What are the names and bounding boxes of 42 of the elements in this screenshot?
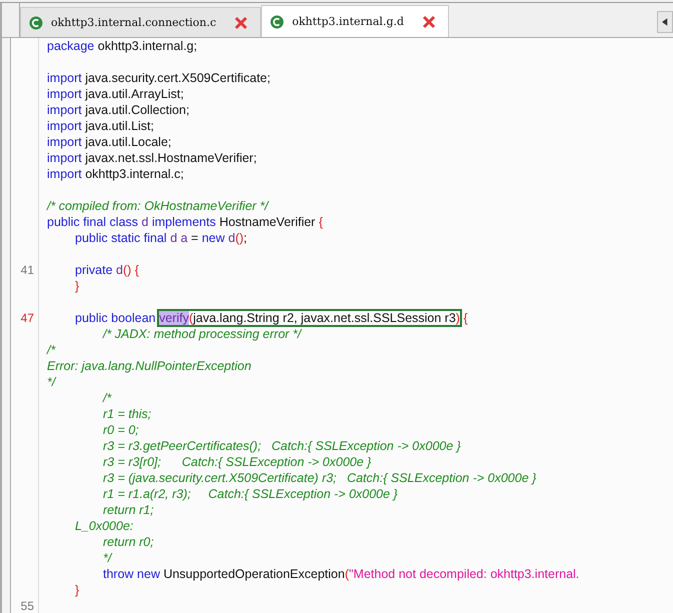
code-line: } bbox=[74, 582, 80, 598]
code-line: r0 = 0; bbox=[102, 422, 139, 438]
code-line: */ bbox=[102, 550, 112, 566]
code-line: import javax.net.ssl.HostnameVerifier; bbox=[47, 150, 257, 166]
code-line: import java.util.Collection; bbox=[47, 102, 190, 118]
editor-tab[interactable]: okhttp3.internal.g.d bbox=[261, 5, 449, 37]
code-line: r1 = r1.a(r2, r3); Catch:{ SSLException -> 0x000e } bbox=[102, 486, 398, 502]
close-icon[interactable] bbox=[234, 16, 248, 30]
triangle-left-icon bbox=[662, 18, 668, 26]
code-line: public boolean verify(java.lang.String r2, javax.net.ssl.SSLSession r3) { bbox=[74, 310, 468, 326]
code-line: public static final d a = new d(); bbox=[74, 230, 247, 246]
line-number: 41 bbox=[20, 263, 34, 277]
code-line: L_0x000e: bbox=[74, 518, 134, 534]
code-line: r3 = (java.security.cert.X509Certificate) r3; Catch:{ SSLException -> 0x000e } bbox=[102, 470, 536, 486]
close-icon[interactable] bbox=[422, 14, 436, 28]
code-line: return r1; bbox=[102, 502, 154, 518]
code-line: /* bbox=[102, 390, 112, 406]
code-line: return r0; bbox=[102, 534, 154, 550]
code-line: private d() { bbox=[74, 262, 139, 278]
code-line: import okhttp3.internal.c; bbox=[47, 166, 184, 182]
code-line: import java.security.cert.X509Certificate; bbox=[47, 70, 270, 86]
scroll-left-button[interactable] bbox=[657, 11, 673, 33]
code-line: r3 = r3[r0]; Catch:{ SSLException -> 0x000e } bbox=[102, 454, 372, 470]
code-line: /* compiled from: OkHostnameVerifier */ bbox=[47, 198, 268, 214]
code-line: r3 = r3.getPeerCertificates(); Catch:{ SSLException -> 0x000e } bbox=[102, 438, 461, 454]
code-line: /* JADX: method processing error */ bbox=[102, 326, 301, 342]
code-line: public final class d implements HostnameVerifier { bbox=[47, 214, 323, 230]
code-line: r1 = this; bbox=[102, 406, 152, 422]
class-icon bbox=[29, 16, 43, 30]
code-line: throw new UnsupportedOperationException("Method not decompiled: okhttp3.internal. bbox=[102, 566, 580, 582]
class-icon bbox=[270, 14, 284, 28]
code-line: import java.util.ArrayList; bbox=[47, 86, 184, 102]
line-number: 55 bbox=[20, 599, 34, 613]
code-line: */ bbox=[47, 374, 56, 390]
line-number: 47 bbox=[20, 311, 34, 325]
code-line: Error: java.lang.NullPointerException bbox=[47, 358, 252, 374]
code-line: package okhttp3.internal.g; bbox=[47, 38, 198, 54]
code-line: import java.util.List; bbox=[47, 118, 154, 134]
code-line: } bbox=[74, 278, 80, 294]
editor-tab[interactable]: okhttp3.internal.connection.c bbox=[20, 7, 262, 37]
code-line: import java.util.Locale; bbox=[47, 134, 172, 150]
code-line: /* bbox=[47, 342, 56, 358]
